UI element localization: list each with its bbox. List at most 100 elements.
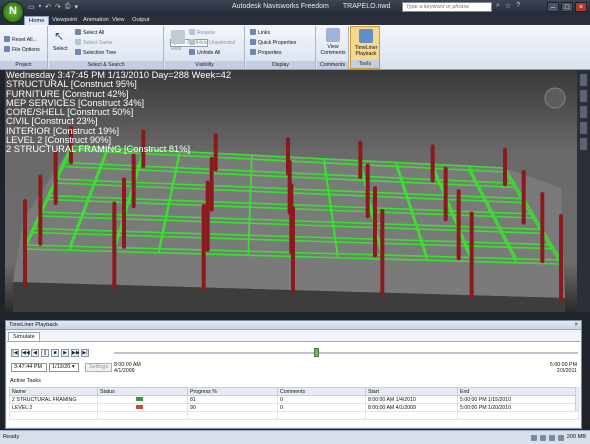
require-label: Require (197, 30, 216, 36)
col-progress[interactable]: Progress % (187, 387, 278, 396)
ribbon: Reset All... File Options Project ↖ Sele… (0, 25, 590, 70)
col-start[interactable]: Start (365, 387, 458, 396)
time-input[interactable]: 3:47:44 PM (11, 363, 47, 372)
hide-unselected-button[interactable]: Hide Unselected (189, 39, 235, 47)
col-name[interactable]: Name (9, 387, 98, 396)
table-row[interactable]: 2 STRUCTURAL FRAMING 81 0 8:00:00 AM 1/4… (9, 395, 579, 404)
empty-cell (187, 411, 278, 420)
application-menu-button[interactable]: N (2, 1, 24, 23)
timeline-slider-thumb[interactable] (313, 348, 319, 357)
maximize-icon[interactable]: □ (561, 2, 573, 12)
pencil-icon[interactable] (539, 434, 546, 441)
task-status (97, 395, 188, 404)
open-icon[interactable]: ▭ (28, 3, 35, 11)
task-name: 2 STRUCTURAL FRAMING (9, 395, 98, 404)
hide-icon[interactable] (171, 30, 185, 44)
start-date: 4/1/2009 (114, 368, 135, 374)
rewind-icon[interactable]: |◀ (11, 349, 19, 357)
timeliner-overlay-text: Wednesday 3:47:45 PM 1/13/2010 Day=288 W… (6, 70, 231, 155)
simulate-pane: |◀ ◀◀ ◀ || ■ ▶ ▶▶ ▶| 3:47:44 PM 1/13/20 … (7, 341, 580, 427)
timeliner-playback-button[interactable]: TimeLiner Playback (352, 45, 380, 57)
sheet-icon[interactable] (530, 434, 537, 441)
reset-label: Reset All... (12, 37, 37, 43)
3d-viewport[interactable]: Wednesday 3:47:45 PM 1/13/2010 Day=288 W… (5, 70, 577, 312)
customize-icon[interactable]: ▾ (74, 3, 78, 11)
display-group-label: Display (246, 61, 315, 69)
communication-icon[interactable]: ☆ (505, 2, 511, 10)
date-value: 1/13/20 (52, 364, 71, 370)
look-icon[interactable] (580, 138, 587, 150)
reset-icon (4, 36, 10, 42)
tab-output[interactable]: Output (128, 16, 153, 25)
redo-icon[interactable]: ↷ (55, 3, 61, 11)
disk-icon[interactable] (548, 434, 555, 441)
select-same-label: Select Same (83, 40, 113, 46)
forward-end-icon[interactable]: ▶| (81, 349, 89, 357)
properties-button[interactable]: Properties (250, 49, 282, 57)
view-comments-icon[interactable] (326, 28, 340, 42)
pause-icon[interactable]: || (41, 349, 49, 357)
reset-all-button[interactable]: Reset All... (4, 36, 37, 44)
timeline-slider-track[interactable] (114, 352, 578, 354)
close-icon[interactable]: × (575, 2, 587, 12)
search-icon[interactable]: ⌕ (496, 2, 500, 10)
date-input[interactable]: 1/13/20 ▾ (49, 363, 79, 372)
file-options-icon (4, 46, 10, 52)
print-icon[interactable]: ⎙ (65, 3, 71, 11)
pan-icon[interactable] (580, 90, 587, 102)
file-options-button[interactable]: File Options (4, 46, 40, 54)
hide-button[interactable]: Hide (171, 46, 182, 53)
zoom-icon[interactable] (580, 106, 587, 118)
table-row (9, 411, 579, 420)
timeliner-panel-title: TimeLiner Playback (9, 322, 58, 328)
tab-simulate[interactable]: Simulate (8, 332, 40, 341)
table-scrollbar[interactable] (575, 387, 580, 411)
view-comments-button[interactable]: View Comments (319, 44, 347, 56)
task-comments: 0 (277, 395, 366, 404)
select-same-button[interactable]: Select Same (75, 39, 112, 47)
table-header-row: Name Status Progress % Comments Start En… (9, 387, 579, 396)
selection-tree-button[interactable]: Selection Tree (75, 49, 116, 57)
select-button[interactable]: Select (53, 46, 67, 53)
stop-icon[interactable]: ■ (51, 349, 59, 357)
orbit-icon[interactable] (580, 122, 587, 134)
task-start: 8:00:00 AM 4/1/2009 (365, 403, 458, 412)
help-search-input[interactable]: Type a keyword or phrase (402, 2, 492, 12)
visibility-group: Hide Require Hide Unselected Unhide All … (165, 26, 245, 69)
undo-icon[interactable]: ↶ (45, 3, 51, 11)
step-back-icon[interactable]: ◀◀ (21, 349, 30, 357)
status-bar-icon (136, 404, 143, 409)
panel-close-icon[interactable]: × (574, 321, 578, 330)
quick-properties-icon (250, 39, 256, 45)
window-title: Autodesk Navisworks Freedom TRAPELO.nwd (232, 3, 390, 10)
col-end[interactable]: End (457, 387, 579, 396)
links-button[interactable]: Links (250, 29, 270, 37)
help-icon[interactable]: ? (516, 2, 520, 10)
timeliner-icon[interactable] (359, 29, 373, 43)
selection-tree-icon (75, 49, 81, 55)
col-comments[interactable]: Comments (277, 387, 366, 396)
minimize-icon[interactable]: – (547, 2, 559, 12)
unhide-all-button[interactable]: Unhide All (189, 49, 220, 57)
steeringwheel-icon[interactable] (580, 74, 587, 86)
quick-properties-button[interactable]: Quick Properties (250, 39, 296, 47)
links-label: Links (258, 30, 271, 36)
table-row[interactable]: LEVEL 2 90 0 8:00:00 AM 4/1/2009 5:00:00… (9, 403, 579, 412)
viewcube-icon[interactable] (544, 87, 566, 109)
tab-viewpoint[interactable]: Viewpoint (48, 16, 81, 25)
settings-button[interactable]: Settings (85, 363, 113, 372)
select-all-button[interactable]: Select All (75, 29, 104, 37)
save-icon[interactable]: ▪ (39, 3, 41, 11)
step-forward-icon[interactable]: ▶▶ (71, 349, 80, 357)
empty-cell (457, 411, 579, 420)
col-status[interactable]: Status (97, 387, 188, 396)
tab-view[interactable]: View (108, 16, 128, 25)
title-bar: ▭ ▪ ↶ ↷ ⎙ ▾ Autodesk Navisworks Freedom T… (0, 0, 590, 15)
tab-home[interactable]: Home (24, 16, 50, 25)
play-icon[interactable]: ▶ (61, 349, 69, 357)
play-reverse-icon[interactable]: ◀ (31, 349, 39, 357)
require-button[interactable]: Require (189, 29, 215, 37)
select-search-group: ↖ Select Select All Select Same Selectio… (49, 26, 208, 69)
task-progress: 81 (187, 395, 278, 404)
select-cursor-icon[interactable]: ↖ (54, 29, 68, 43)
